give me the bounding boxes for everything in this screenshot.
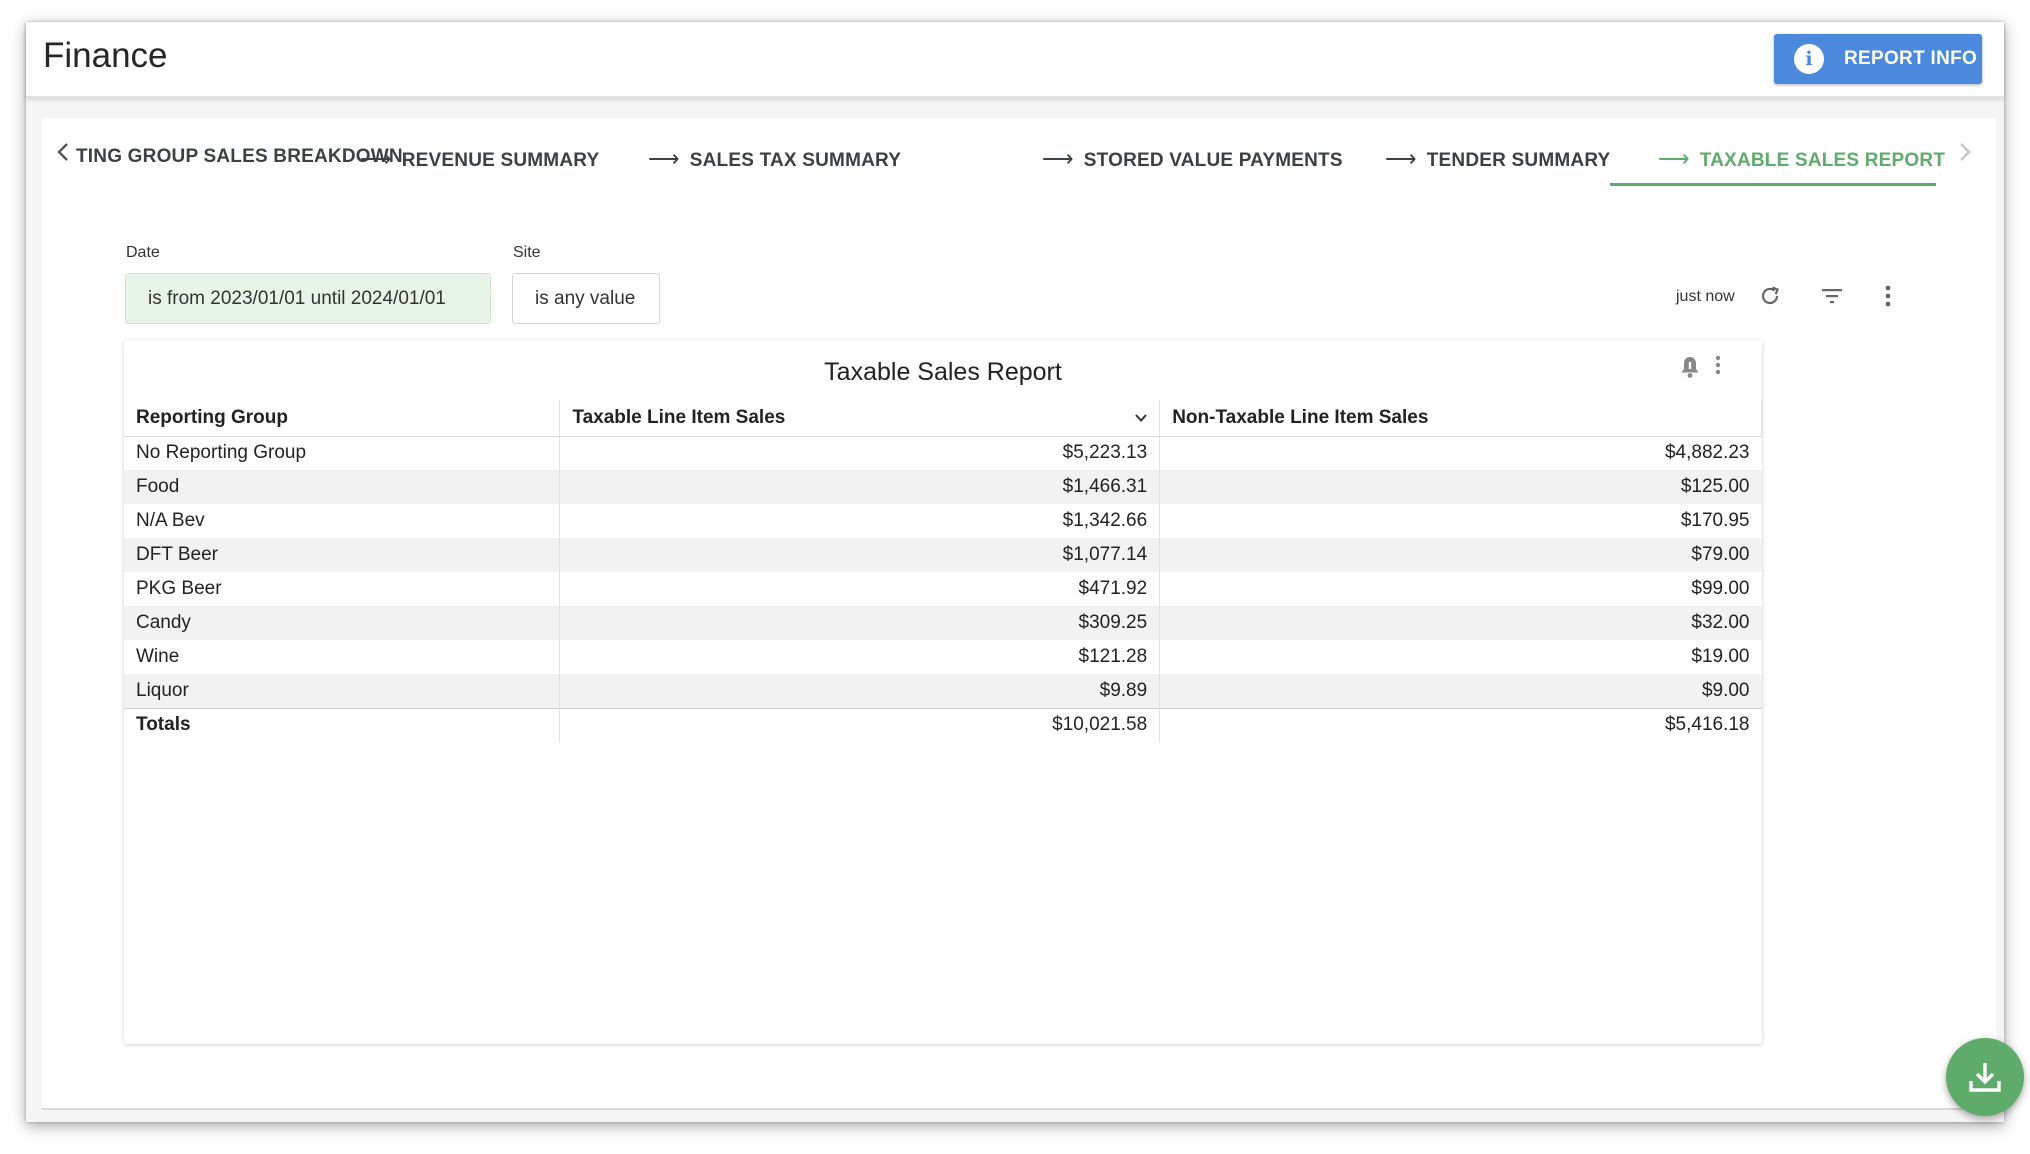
arrow-right-icon: ⟶	[1042, 146, 1074, 171]
totals-row: Totals $10,021.58 $5,416.18	[124, 707, 1762, 742]
totals-label: Totals	[124, 707, 560, 742]
tab-label: TENDER SUMMARY	[1426, 150, 1611, 171]
tab-label: REVENUE SUMMARY	[401, 150, 600, 171]
tab-taxable-sales-report[interactable]: ⟶ TAXABLE SALES REPORT	[1658, 146, 1945, 172]
last-refreshed-text: just now	[1676, 288, 1735, 305]
chevron-right-icon[interactable]	[1958, 142, 1972, 168]
cell-taxable-sales: $121.28	[559, 640, 1160, 674]
site-filter-label: Site	[513, 244, 541, 261]
column-header-reporting-group[interactable]: Reporting Group	[124, 400, 560, 437]
report-card: Taxable Sales Report Reporting Group Tax…	[124, 340, 1762, 1044]
cell-reporting-group: Liquor	[124, 674, 560, 708]
arrow-right-icon: ⟶	[1658, 146, 1690, 171]
chevron-down-icon	[1135, 414, 1147, 422]
cell-reporting-group: PKG Beer	[136, 578, 222, 599]
cell-taxable-sales: $471.92	[559, 572, 1160, 606]
report-panel: TING GROUP SALES BREAKDOWN ⟶ REVENUE SUMM…	[42, 118, 1996, 1110]
cell-taxable-sales: $309.25	[559, 606, 1160, 640]
report-title: Taxable Sales Report	[824, 358, 1062, 386]
cell-non-taxable-sales: $99.00	[1159, 572, 1762, 606]
tab-sales-tax-summary[interactable]: ⟶ SALES TAX SUMMARY	[648, 146, 901, 172]
cell-reporting-group: Food	[124, 470, 560, 504]
cell-reporting-group: Wine	[136, 646, 180, 667]
arrow-right-icon: ⟶	[1385, 146, 1417, 171]
report-info-label: REPORT INFO	[1844, 48, 1978, 69]
table-row: N/A Bev $1,342.66 $170.95	[124, 504, 1762, 538]
cell-taxable-sales: $1,342.66	[559, 504, 1160, 538]
chevron-left-icon[interactable]	[56, 142, 70, 168]
app-window: Finance i REPORT INFO TING GROUP SALES B…	[26, 22, 2024, 1122]
card-more-icon[interactable]	[1714, 354, 1736, 382]
tab-label: STORED VALUE PAYMENTS	[1083, 150, 1343, 171]
arrow-right-icon: ⟶	[360, 146, 392, 171]
table-row: No Reporting Group $5,223.13 $4,882.23	[124, 436, 1762, 470]
cell-non-taxable-sales: $32.00	[1159, 606, 1762, 640]
tab-stored-value-payments[interactable]: ⟶ STORED VALUE PAYMENTS	[1042, 146, 1343, 172]
tab-label: TAXABLE SALES REPORT	[1699, 150, 1946, 171]
column-header-taxable-sales[interactable]: Taxable Line Item Sales	[559, 400, 1160, 437]
cell-taxable-sales: $5,223.13	[559, 436, 1160, 470]
total-non-taxable-sales: $5,416.18	[1159, 707, 1762, 742]
table-row: PKG Beer $471.92 $99.00	[124, 572, 1762, 606]
tab-reporting-group-sales-breakdown[interactable]: TING GROUP SALES BREAKDOWN	[76, 146, 403, 168]
cell-reporting-group: No Reporting Group	[136, 442, 307, 464]
date-filter[interactable]: is from 2023/01/01 until 2024/01/01	[125, 273, 491, 324]
report-info-button[interactable]: i REPORT INFO	[1774, 34, 1982, 84]
arrow-right-icon: ⟶	[648, 146, 680, 171]
bell-icon[interactable]	[1678, 354, 1706, 382]
column-header-non-taxable-sales[interactable]: Non-Taxable Line Item Sales	[1159, 400, 1762, 437]
cell-taxable-sales: $1,077.14	[559, 538, 1160, 572]
cell-non-taxable-sales: $19.00	[1159, 640, 1762, 674]
total-taxable-sales: $10,021.58	[559, 707, 1160, 742]
table-row: Wine $121.28 $19.00	[124, 640, 1762, 674]
more-vertical-icon[interactable]	[1870, 278, 1906, 314]
app-title: Finance	[43, 36, 168, 75]
tab-revenue-summary[interactable]: ⟶ REVENUE SUMMARY	[360, 146, 599, 172]
tab-tender-summary[interactable]: ⟶ TENDER SUMMARY	[1385, 146, 1610, 172]
column-header-label: Taxable Line Item Sales	[572, 406, 786, 428]
tab-label: TING GROUP SALES BREAKDOWN	[76, 146, 403, 167]
refresh-icon[interactable]	[1752, 278, 1788, 314]
top-bar: Finance i REPORT INFO	[26, 22, 2004, 98]
cell-non-taxable-sales: $79.00	[1159, 538, 1762, 572]
report-tabs: TING GROUP SALES BREAKDOWN ⟶ REVENUE SUMM…	[42, 118, 1996, 186]
download-icon	[1969, 1063, 2001, 1092]
cell-non-taxable-sales: $9.00	[1159, 674, 1762, 708]
cell-non-taxable-sales: $4,882.23	[1159, 436, 1762, 470]
tab-label: SALES TAX SUMMARY	[689, 150, 902, 171]
cell-reporting-group: Candy	[124, 606, 560, 640]
cell-non-taxable-sales: $170.95	[1159, 504, 1762, 538]
info-icon: i	[1794, 44, 1824, 74]
table-header-row: Reporting Group Taxable Line Item Sales …	[124, 400, 1762, 437]
table-row: Candy $309.25 $32.00	[124, 606, 1762, 640]
active-tab-indicator	[1610, 183, 1936, 186]
date-filter-label: Date	[126, 244, 160, 261]
cell-reporting-group: N/A Bev	[136, 510, 205, 531]
table-row: Food $1,466.31 $125.00	[124, 470, 1762, 504]
cell-non-taxable-sales: $125.00	[1159, 470, 1762, 504]
filter-icon[interactable]	[1814, 278, 1850, 314]
cell-taxable-sales: $1,466.31	[559, 470, 1160, 504]
table-row: DFT Beer $1,077.14 $79.00	[124, 538, 1762, 572]
taxable-sales-table: Reporting Group Taxable Line Item Sales …	[124, 400, 1762, 742]
download-button[interactable]	[1946, 1038, 2024, 1116]
table-row: Liquor $9.89 $9.00	[124, 674, 1762, 708]
cell-reporting-group: DFT Beer	[124, 538, 560, 572]
cell-taxable-sales: $9.89	[559, 674, 1160, 708]
site-filter[interactable]: is any value	[512, 273, 660, 324]
